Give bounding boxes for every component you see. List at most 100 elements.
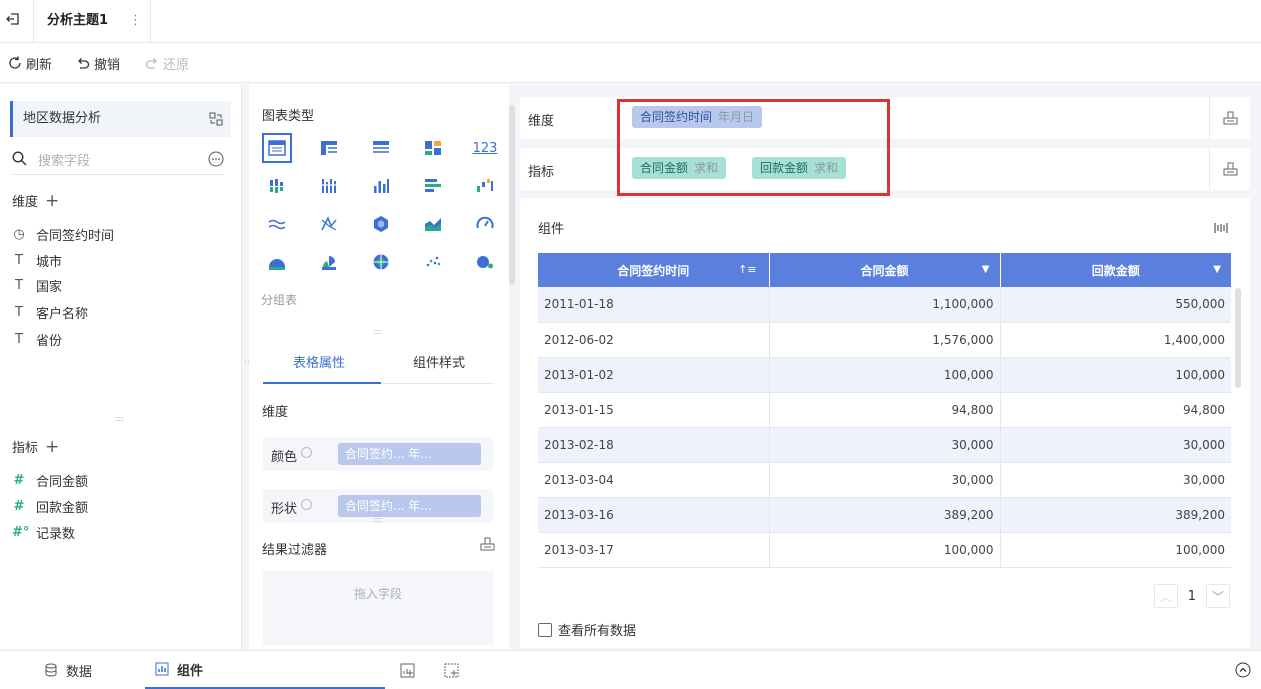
chart-type-resize-handle[interactable]: ::::: [373,327,383,336]
table-row: 2013-03-04 30,000 30,000 [538,462,1231,498]
field-label: 回款金额 [36,500,89,516]
table-cell: 30,000 [769,427,1001,463]
chart-type-grouped-bar[interactable] [262,171,292,201]
chart-type-pie[interactable] [262,247,292,277]
field-item[interactable]: # 合同金额 [12,471,88,490]
column-header[interactable]: 合同签约时间 ↑≡ [538,253,770,287]
table-header-row: 合同签约时间 ↑≡ 合同金额 ▼ 回款金额 ▼ [538,253,1231,287]
table-cell: 100,000 [769,532,1001,568]
prev-page-button[interactable]: ︿ [1153,584,1178,608]
chart-type-stacked-bar[interactable] [314,171,344,201]
bubble-chart-icon [477,256,493,269]
result-filter-label: 结果过滤器 [262,543,328,558]
field-item[interactable]: T 国家 [12,276,62,295]
dataset-selector[interactable]: 地区数据分析 [10,101,231,137]
more-options-icon[interactable] [208,151,224,167]
filter-drop-zone[interactable]: 拖入字段 [263,571,493,645]
chart-type-bar[interactable] [418,171,448,201]
add-measure-icon[interactable]: + [45,438,59,455]
field-label: 城市 [36,254,63,270]
column-header[interactable]: 合同金额 ▼ [769,253,1001,287]
color-field-pill[interactable]: 合同签约... 年... [338,443,481,465]
redo-label: 还原 [163,57,190,73]
field-item[interactable]: #° 记录数 [12,523,75,542]
table-cell: 2013-01-02 [538,357,770,393]
table-scrollbar[interactable] [1235,288,1241,568]
chart-type-radar[interactable] [366,209,396,239]
active-tab-underline [263,382,381,384]
chart-type-detail-table[interactable] [366,133,396,163]
chart-type-bubble[interactable] [470,247,500,277]
redo-button[interactable]: 还原 [145,54,190,73]
refresh-button[interactable]: 刷新 [8,54,53,73]
chart-type-line[interactable] [262,209,292,239]
search-icon [12,151,27,166]
next-page-button[interactable]: ﹀ [1206,584,1230,608]
chart-type-column[interactable] [366,171,396,201]
chart-type-kpi[interactable]: 123 [470,133,500,163]
chart-type-table[interactable] [262,133,292,163]
chart-type-gauge[interactable] [470,209,500,239]
column-width-icon[interactable] [1214,222,1228,234]
exit-icon[interactable] [6,12,20,26]
config-scrollbar[interactable] [509,105,515,525]
view-all-checkbox[interactable] [538,622,552,637]
property-resize-handle[interactable]: ::::: [373,515,383,524]
field-item[interactable]: T 客户名称 [12,303,88,322]
field-search[interactable]: 搜索字段 [12,148,224,172]
column-header-label: 回款金额 [1091,263,1140,278]
panel-resize-handle[interactable]: ::::: [115,414,125,423]
refresh-icon [9,56,21,69]
count-type-icon: #° [12,524,30,540]
bottom-tab-bar: 数据 组件 [0,650,1261,689]
tab-widget-style[interactable]: 组件样式 [413,352,465,371]
undo-icon [78,58,90,69]
dropdown-arrow-icon[interactable]: ▼ [1213,264,1221,275]
measure-settings-icon[interactable] [1223,161,1238,176]
dropdown-arrow-icon[interactable]: ▼ [982,264,990,275]
database-icon [45,663,57,677]
chart-type-card[interactable] [418,133,448,163]
undo-button[interactable]: 撤销 [76,54,120,73]
tab-table-properties[interactable]: 表格属性 [293,352,345,371]
chart-type-cross-table[interactable] [314,133,344,163]
add-table-icon[interactable] [444,663,459,678]
view-all-data-toggle[interactable]: 查看所有数据 [538,620,636,639]
refresh-label: 刷新 [26,57,53,73]
chart-type-scatter[interactable] [418,247,448,277]
tab-widget[interactable]: 组件 [145,651,385,689]
help-icon[interactable] [301,499,312,510]
dimension-row-label: 维度 [528,114,555,129]
field-item[interactable]: ◷ 合同签约时间 [12,225,114,244]
search-input[interactable]: 搜索字段 [38,150,90,169]
dimension-settings-icon[interactable] [1223,110,1238,125]
waterfall-chart-icon [477,179,493,192]
field-item[interactable]: T 城市 [12,251,63,270]
collapse-up-icon[interactable] [1235,662,1251,678]
table-row: 2011-01-18 1,100,000 550,000 [538,287,1231,323]
tab-analysis-theme[interactable]: 分析主题1 ⋮ [33,0,151,42]
chart-type-area[interactable] [418,209,448,239]
shape-field-pill[interactable]: 合同签约... 年... [338,495,481,517]
sort-ascending-icon[interactable]: ↑≡ [738,263,756,276]
table-row: 2012-06-02 1,576,000 1,400,000 [538,322,1231,358]
add-widget-icon[interactable] [400,663,415,678]
text-type-icon: T [15,331,23,347]
chart-type-radar-line[interactable] [314,209,344,239]
tab-data[interactable]: 数据 [0,651,145,689]
field-item[interactable]: T 省份 [12,330,62,349]
text-type-icon: T [15,304,23,320]
table-cell: 30,000 [1000,427,1231,463]
chart-type-waterfall[interactable] [470,171,500,201]
chart-type-rose[interactable] [314,247,344,277]
dimensions-title: 维度 [12,195,39,210]
add-dimension-icon[interactable]: + [45,192,59,209]
drop-zone-placeholder: 拖入字段 [353,587,402,601]
filter-settings-icon[interactable] [480,536,495,551]
column-header[interactable]: 回款金额 ▼ [1000,253,1231,287]
tab-more-icon[interactable]: ⋮ [129,0,142,42]
chart-type-sunburst[interactable] [366,247,396,277]
switch-dataset-icon[interactable] [209,112,223,126]
field-item[interactable]: # 回款金额 [12,497,89,516]
help-icon[interactable] [301,447,312,458]
